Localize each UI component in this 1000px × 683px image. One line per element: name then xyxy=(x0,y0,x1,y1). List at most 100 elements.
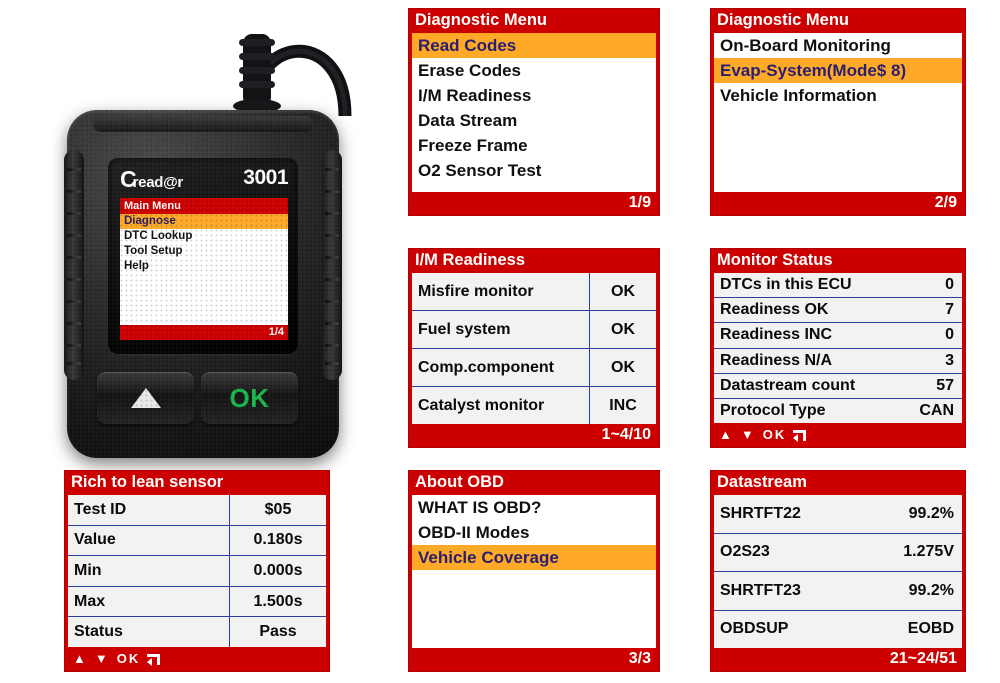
return-arrow-icon[interactable] xyxy=(147,653,161,666)
table-row[interactable]: Value 0.180s xyxy=(68,525,326,557)
device-model: 3001 xyxy=(243,166,288,189)
panel-title: I/M Readiness xyxy=(415,251,526,269)
panel-content: DTCs in this ECU 0 Readiness OK 7 Readin… xyxy=(714,273,962,423)
lcd-menu-item-help[interactable]: Help xyxy=(120,259,288,274)
lcd-empty-space xyxy=(120,274,288,325)
row-label: Protocol Type xyxy=(720,401,826,419)
menu-item-im-readiness[interactable]: I/M Readiness xyxy=(412,83,656,108)
table-row[interactable]: SHRTFT23 99.2% xyxy=(714,572,962,611)
panel-title: Rich to lean sensor xyxy=(71,473,224,491)
row-label: Comp.component xyxy=(418,358,554,376)
menu-item-freeze-frame[interactable]: Freeze Frame xyxy=(412,133,656,158)
table-row[interactable]: Test ID $05 xyxy=(68,495,326,526)
panel-footer-page: 21~24/51 xyxy=(889,650,957,667)
table-row[interactable]: Readiness OK 7 xyxy=(714,298,962,324)
cable-illustration xyxy=(233,34,352,116)
table-row[interactable]: Datastream count 57 xyxy=(714,373,962,399)
row-value: $05 xyxy=(229,495,326,525)
table-row[interactable]: Status Pass xyxy=(68,617,326,647)
panel-datastream: Datastream SHRTFT22 99.2% O2S23 1.275V S… xyxy=(710,470,966,672)
menu-item-erase-codes[interactable]: Erase Codes xyxy=(412,58,656,83)
panel-title: About OBD xyxy=(415,473,504,491)
row-label: Datastream count xyxy=(720,376,856,394)
row-value: 99.2% xyxy=(908,581,954,599)
device-housing: C read@r 3001 Main Menu Diagnose DTC Loo… xyxy=(64,110,342,458)
lcd-menu-item-diagnose[interactable]: Diagnose xyxy=(120,214,288,229)
up-arrow-icon[interactable]: ▲ xyxy=(719,424,734,446)
panel-diagnostic-menu-2: Diagnostic Menu On-Board Monitoring Evap… xyxy=(710,8,966,216)
panel-title: Datastream xyxy=(717,473,807,491)
table-row[interactable]: Readiness INC 0 xyxy=(714,323,962,349)
side-grip-right xyxy=(322,150,342,380)
row-value: INC xyxy=(589,387,656,424)
row-label: Status xyxy=(74,623,123,641)
panel-content: SHRTFT22 99.2% O2S23 1.275V SHRTFT23 99.… xyxy=(714,495,962,648)
panel-content: Read Codes Erase Codes I/M Readiness Dat… xyxy=(412,33,656,192)
row-label: Readiness N/A xyxy=(720,351,833,369)
table-row[interactable]: Fuel system OK xyxy=(412,311,656,349)
table-row[interactable]: Protocol Type CAN xyxy=(714,398,962,423)
menu-item-read-codes[interactable]: Read Codes xyxy=(412,33,656,58)
panel-footer-page: 2/9 xyxy=(934,194,957,211)
ok-button[interactable]: OK xyxy=(201,372,298,424)
row-value: 99.2% xyxy=(908,504,954,522)
row-label: Misfire monitor xyxy=(418,282,534,300)
lcd-footer-page: 1/4 xyxy=(120,325,288,340)
panel-footer-page: 1~4/10 xyxy=(601,426,651,443)
row-label: Min xyxy=(74,561,102,579)
row-label: OBDSUP xyxy=(720,620,789,638)
row-label: Max xyxy=(74,592,106,610)
table-row[interactable]: O2S23 1.275V xyxy=(714,533,962,572)
menu-item-what-is-obd[interactable]: WHAT IS OBD? xyxy=(412,495,656,520)
table-row[interactable]: OBDSUP EOBD xyxy=(714,610,962,648)
panel-footer-page: 1/9 xyxy=(628,194,651,211)
row-value: OK xyxy=(589,349,656,386)
row-label: SHRTFT23 xyxy=(720,581,801,599)
row-label: O2S23 xyxy=(720,543,770,561)
table-row[interactable]: Misfire monitor OK xyxy=(412,273,656,311)
table-row[interactable]: Readiness N/A 3 xyxy=(714,348,962,374)
menu-item-on-board-monitoring[interactable]: On-Board Monitoring xyxy=(714,33,962,58)
lcd-menu-item-tool-setup[interactable]: Tool Setup xyxy=(120,244,288,259)
housing-top-ridge xyxy=(93,116,313,132)
menu-item-o2-sensor-test[interactable]: O2 Sensor Test xyxy=(412,158,656,183)
down-arrow-icon[interactable]: ▼ xyxy=(741,424,756,446)
table-row[interactable]: Comp.component OK xyxy=(412,349,656,387)
return-arrow-icon[interactable] xyxy=(793,429,807,442)
row-value: 1.500s xyxy=(229,586,326,617)
table-row[interactable]: DTCs in this ECU 0 xyxy=(714,273,962,299)
ok-label[interactable]: OK xyxy=(763,424,787,446)
menu-item-evap-system[interactable]: Evap-System(Mode$ 8) xyxy=(714,58,962,83)
row-label: Fuel system xyxy=(418,320,511,338)
panel-content: Misfire monitor OK Fuel system OK Comp.c… xyxy=(412,273,656,424)
down-arrow-icon[interactable]: ▼ xyxy=(95,648,110,670)
row-value: 57 xyxy=(936,376,954,394)
lcd-header: Main Menu xyxy=(120,198,288,214)
screenshot-canvas: C read@r 3001 Main Menu Diagnose DTC Loo… xyxy=(0,0,1000,683)
menu-item-vehicle-information[interactable]: Vehicle Information xyxy=(714,83,962,108)
table-row[interactable]: Min 0.000s xyxy=(68,556,326,587)
row-value: OK xyxy=(589,311,656,348)
up-arrow-button[interactable] xyxy=(97,372,194,424)
table-row[interactable]: SHRTFT22 99.2% xyxy=(714,495,962,534)
menu-item-data-stream[interactable]: Data Stream xyxy=(412,108,656,133)
brand-name: read@r xyxy=(132,174,184,191)
panel-footer-controls: ▲ ▼ OK xyxy=(65,647,329,671)
panel-about-obd: About OBD WHAT IS OBD? OBD-II Modes Vehi… xyxy=(408,470,660,672)
row-label: DTCs in this ECU xyxy=(720,276,852,294)
row-value: EOBD xyxy=(907,620,954,638)
table-row[interactable]: Catalyst monitor INC xyxy=(412,387,656,424)
row-label: SHRTFT22 xyxy=(720,504,801,522)
device-branding: C read@r 3001 xyxy=(120,166,288,196)
up-arrow-icon[interactable]: ▲ xyxy=(73,648,88,670)
lcd-menu-item-dtc-lookup[interactable]: DTC Lookup xyxy=(120,229,288,244)
panel-empty-space xyxy=(714,108,962,192)
table-row[interactable]: Max 1.500s xyxy=(68,586,326,618)
panel-content: On-Board Monitoring Evap-System(Mode$ 8)… xyxy=(714,33,962,192)
lcd-bezel: C read@r 3001 Main Menu Diagnose DTC Loo… xyxy=(108,158,298,354)
row-value: OK xyxy=(589,273,656,310)
menu-item-obd-ii-modes[interactable]: OBD-II Modes xyxy=(412,520,656,545)
ok-label[interactable]: OK xyxy=(117,648,141,670)
panel-rich-to-lean-sensor: Rich to lean sensor Test ID $05 Value 0.… xyxy=(64,470,330,672)
menu-item-vehicle-coverage[interactable]: Vehicle Coverage xyxy=(412,545,656,570)
